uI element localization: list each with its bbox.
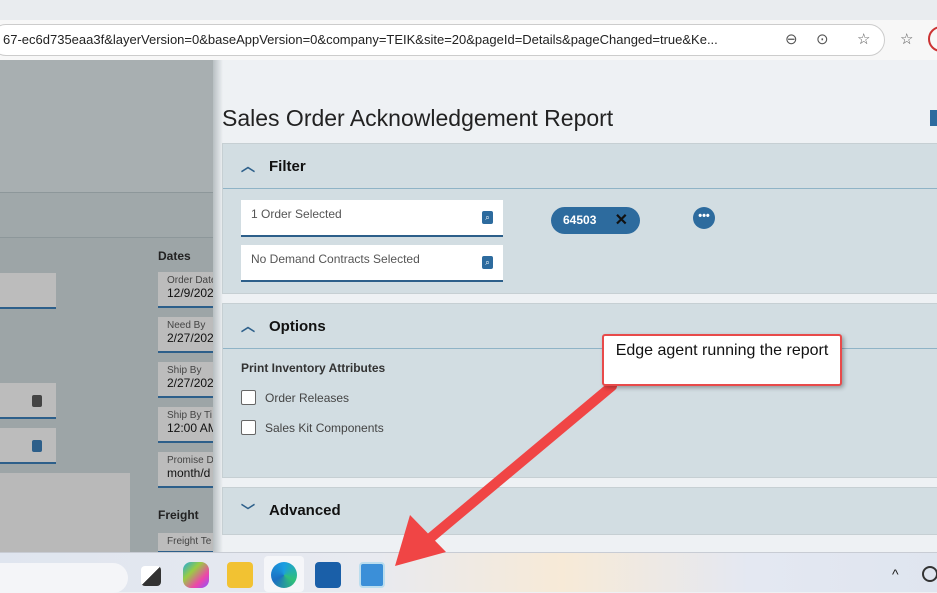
ship-by-field: Ship By 2/27/202 <box>158 362 213 398</box>
field-label: Order Date <box>167 275 213 286</box>
order-releases-checkbox[interactable]: Order Releases <box>241 390 349 405</box>
field-label: Promise D <box>167 455 213 466</box>
browser-tab-strip <box>0 0 937 20</box>
chevron-down-icon: ﹀ <box>241 502 255 519</box>
background-form: Dates Order Date 12/9/202 Need By 2/27/202… <box>0 60 213 553</box>
search-icon <box>32 395 42 407</box>
tray-chevron[interactable]: ^ <box>892 566 899 582</box>
checkbox-label: Sales Kit Components <box>265 420 384 435</box>
edge-agent-app-icon[interactable] <box>359 562 385 588</box>
order-selection-input[interactable]: 1 Order Selected ⌕ <box>241 200 503 237</box>
favorites-list-icon[interactable]: ☆ <box>900 30 913 48</box>
checkbox-label: Order Releases <box>265 390 350 405</box>
file-explorer-icon[interactable] <box>227 562 253 588</box>
field-label: Ship By Ti <box>167 410 213 421</box>
chevron-up-icon: ︿ <box>241 158 255 174</box>
address-bar[interactable]: 67-ec6d735eaa3f&layerVersion=0&baseAppVe… <box>0 24 885 56</box>
field-label: Freight Te <box>167 536 212 547</box>
annotation-callout: Edge agent running the report <box>602 334 842 386</box>
input-value: 1 Order Selected <box>251 207 342 221</box>
chip-label: 64503 <box>563 213 597 227</box>
copilot-icon[interactable] <box>183 562 209 588</box>
demand-contracts-input[interactable]: No Demand Contracts Selected ⌕ <box>241 245 503 282</box>
freight-terms-field: Freight Te <box>158 533 213 553</box>
search-icon <box>32 440 42 452</box>
task-view-icon[interactable] <box>141 566 161 586</box>
options-label: Options <box>269 317 326 335</box>
chevron-up-icon: ︿ <box>241 318 255 334</box>
field-value: 2/27/202 <box>167 331 213 345</box>
store-icon[interactable] <box>315 562 341 588</box>
advanced-section: ﹀ Advanced <box>222 487 937 535</box>
checkbox[interactable] <box>241 420 256 435</box>
page-title: Sales Order Acknowledgement Report <box>222 105 614 131</box>
input-value: No Demand Contracts Selected <box>251 252 420 266</box>
freight-heading: Freight <box>158 508 199 522</box>
more-options-button[interactable]: ••• <box>693 207 715 229</box>
need-by-field: Need By 2/27/202 <box>158 317 213 353</box>
advanced-header[interactable]: ﹀ Advanced <box>223 488 937 533</box>
order-date-field: Order Date 12/9/202 <box>158 272 213 308</box>
promise-date-field: Promise Dmonth/d <box>158 452 213 488</box>
background-lookup-field <box>0 428 56 464</box>
sales-kit-components-checkbox[interactable]: Sales Kit Components <box>241 420 384 435</box>
field-value: 2/27/202 <box>167 376 213 390</box>
checkbox[interactable] <box>241 390 256 405</box>
print-inventory-attributes-label: Print Inventory Attributes <box>241 361 386 375</box>
field-value: month/d <box>167 466 211 480</box>
filter-section: ︿ Filter 1 Order Selected ⌕ No Demand Cont… <box>222 143 937 294</box>
field-value: 12/9/202 <box>167 286 213 300</box>
filter-label: Filter <box>269 157 306 175</box>
search-icon[interactable]: ⌕ <box>482 211 493 224</box>
search-icon[interactable]: ⌕ <box>482 256 493 269</box>
background-panel <box>0 473 130 553</box>
filter-header[interactable]: ︿ Filter <box>223 144 937 189</box>
background-field <box>0 273 56 309</box>
order-chip: 64503 ✕ <box>551 207 640 234</box>
zoom-out-icon[interactable]: ⊖ <box>785 30 798 48</box>
edge-icon[interactable] <box>271 562 297 588</box>
network-icon[interactable] <box>922 566 937 582</box>
options-section: ︿ Options Print Inventory Attributes Orde… <box>222 303 937 478</box>
background-header <box>0 60 213 192</box>
close-icon[interactable]: ✕ <box>615 210 628 230</box>
dates-heading: Dates <box>158 249 191 263</box>
favorite-star-icon[interactable]: ☆ <box>857 30 870 48</box>
taskbar-search[interactable] <box>0 563 128 593</box>
advanced-label: Advanced <box>269 502 341 519</box>
field-label: Ship By <box>167 365 202 376</box>
ship-by-time-field: Ship By Ti 12:00 AM <box>158 407 213 443</box>
background-band <box>0 192 213 238</box>
background-lookup-field <box>0 383 56 419</box>
field-value: 12:00 AM <box>167 421 213 435</box>
more-icon[interactable]: ⊙ <box>816 30 829 48</box>
field-label: Need By <box>167 320 206 331</box>
save-icon[interactable] <box>930 110 937 126</box>
